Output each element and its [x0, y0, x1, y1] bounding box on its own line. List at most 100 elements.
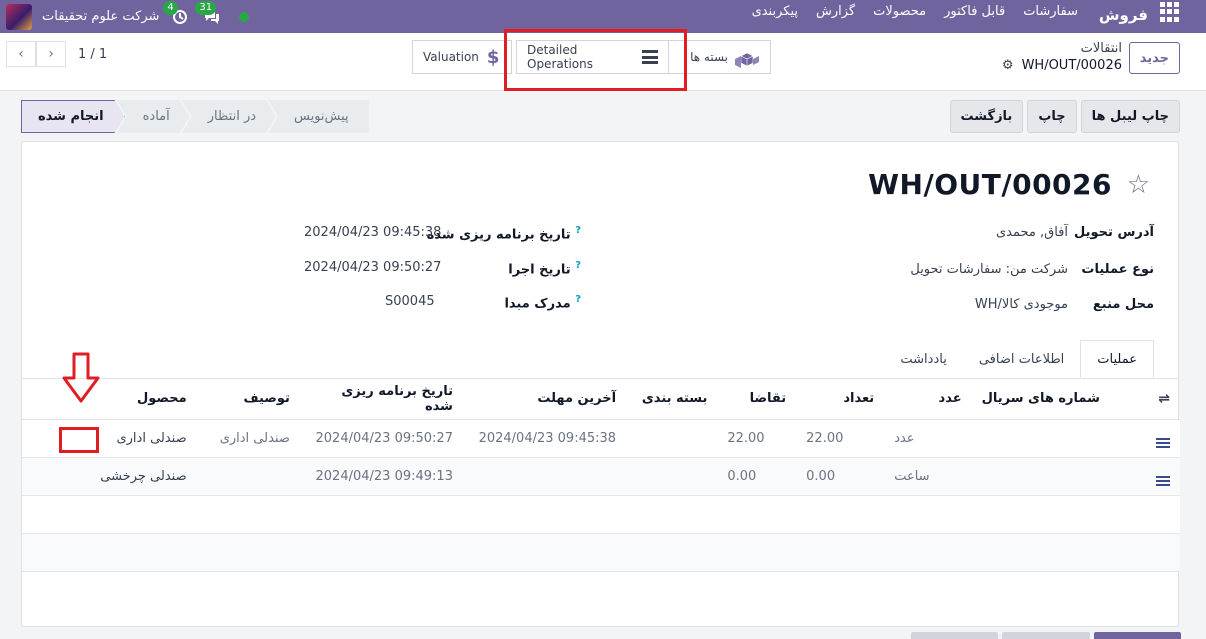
- gear-icon[interactable]: ⚙: [1002, 58, 1014, 73]
- empty-row: [22, 533, 1180, 572]
- effective-date-label: تاریخ اجرا ?: [508, 260, 581, 278]
- messages-count-badge: 31: [195, 0, 217, 15]
- activity-clock-icon[interactable]: 4: [163, 0, 191, 28]
- messages-icon[interactable]: 31: [195, 0, 223, 28]
- presence-status-icon: [239, 11, 250, 22]
- empty-row: [22, 495, 1180, 534]
- scheduled-date-label: تاریخ برنامه ریزی شده ?: [426, 225, 581, 243]
- cell-deadline[interactable]: 2024/04/23 09:45:38: [462, 419, 627, 458]
- company-name[interactable]: شرکت علوم تحقیقات: [42, 9, 159, 24]
- pager-previous-button[interactable]: ‹: [6, 41, 36, 67]
- cell-demand[interactable]: 0.00: [717, 457, 797, 496]
- operations-table: محصول توصیف تاریخ برنامه ریزی شده آخرین …: [22, 379, 1180, 572]
- col-uom[interactable]: عدد: [884, 379, 972, 420]
- scrollbar[interactable]: [1194, 92, 1206, 639]
- menu-reporting[interactable]: گزارش: [816, 4, 855, 19]
- col-quantity[interactable]: تعداد: [796, 379, 885, 420]
- detailed-operations-highlight: [504, 29, 687, 91]
- navbar-systray: شرکت علوم تحقیقات 4 31: [6, 0, 250, 33]
- help-icon[interactable]: ?: [575, 225, 581, 236]
- valuation-button[interactable]: Valuation $: [412, 40, 512, 74]
- dollar-icon: $: [486, 46, 500, 68]
- delivery-address-label: آدرس تحویل: [1074, 225, 1154, 240]
- down-arrow-annotation: [61, 352, 101, 404]
- source-location-value[interactable]: WH/موجودی کالا: [975, 297, 1068, 312]
- cubes-icon: [734, 46, 760, 68]
- apps-menu-icon[interactable]: [1160, 2, 1180, 22]
- table-row[interactable]: صندلی چرخشی 2024/04/23 09:49:13 0.00 0.0…: [22, 457, 1180, 496]
- operation-type-label: نوع عملیات: [1081, 262, 1154, 277]
- star-icon[interactable]: ☆: [1127, 170, 1150, 200]
- new-button[interactable]: جدید: [1128, 42, 1180, 74]
- cell-product[interactable]: صندلی اداری: [22, 419, 197, 458]
- cell-serial[interactable]: [971, 419, 1110, 458]
- help-icon[interactable]: ?: [575, 260, 581, 271]
- breadcrumb: WH/OUT/00026 ⚙: [1002, 58, 1122, 73]
- action-buttons: چاپ لیبل ها چاپ بازگشت: [949, 100, 1180, 133]
- cell-scheduled[interactable]: 2024/04/23 09:49:13: [299, 457, 463, 496]
- tab-operations[interactable]: عملیات: [1080, 340, 1154, 378]
- col-options[interactable]: ⇌: [1109, 379, 1180, 420]
- col-demand[interactable]: تقاضا: [717, 379, 797, 420]
- app-name[interactable]: فروش: [1099, 6, 1148, 24]
- menu-to-invoice[interactable]: قابل فاکتور: [944, 4, 1005, 19]
- cell-detail: [1109, 419, 1180, 458]
- print-labels-button[interactable]: چاپ لیبل ها: [1080, 100, 1180, 133]
- cell-deadline[interactable]: [462, 457, 627, 496]
- help-icon[interactable]: ?: [575, 294, 581, 305]
- cell-description[interactable]: صندلی اداری: [196, 419, 300, 458]
- breadcrumb-root[interactable]: انتقالات: [1081, 41, 1122, 56]
- avatar[interactable]: [6, 3, 32, 30]
- stage-waiting[interactable]: در انتظار: [182, 100, 276, 133]
- menu-orders[interactable]: سفارشات: [1023, 4, 1078, 19]
- main-menu: سفارشات قابل فاکتور محصولات گزارش پیکربن…: [752, 4, 1078, 19]
- cell-serial[interactable]: [971, 457, 1110, 496]
- list-icon[interactable]: [1155, 475, 1170, 486]
- valuation-label: Valuation: [423, 50, 479, 64]
- scheduled-date-value[interactable]: 2024/04/23 09:45:38: [304, 225, 441, 240]
- col-serial-numbers[interactable]: شماره های سریال: [971, 379, 1110, 420]
- form-sheet: ☆ WH/OUT/00026 آدرس تحویل آفاق, محمدی نو…: [21, 141, 1180, 627]
- pager-next-button[interactable]: ›: [36, 41, 66, 67]
- tab-note[interactable]: یادداشت: [884, 340, 962, 378]
- menu-products[interactable]: محصولات: [873, 4, 926, 19]
- cell-scheduled[interactable]: 2024/04/23 09:50:27: [299, 419, 463, 458]
- table-header-row: محصول توصیف تاریخ برنامه ریزی شده آخرین …: [22, 379, 1180, 420]
- cell-packaging[interactable]: [626, 419, 718, 458]
- cell-quantity[interactable]: 0.00: [796, 457, 885, 496]
- col-scheduled-date[interactable]: تاریخ برنامه ریزی شده: [299, 379, 463, 420]
- breadcrumb-current: WH/OUT/00026: [1021, 58, 1122, 73]
- effective-date-value[interactable]: 2024/04/23 09:50:27: [304, 260, 441, 275]
- cell-description[interactable]: [196, 457, 300, 496]
- stage-draft[interactable]: پیش‌نویس: [268, 100, 369, 133]
- page-title: WH/OUT/00026: [868, 168, 1112, 201]
- cell-product[interactable]: صندلی چرخشی: [22, 457, 197, 496]
- menu-configuration[interactable]: پیکربندی: [752, 4, 798, 19]
- stage-ready[interactable]: آماده: [117, 100, 190, 133]
- cell-quantity[interactable]: 22.00: [796, 419, 885, 458]
- sliders-icon[interactable]: ⇌: [1158, 391, 1170, 407]
- tab-additional-info[interactable]: اطلاعات اضافی: [963, 340, 1080, 378]
- pager-value[interactable]: 1 / 1: [78, 47, 107, 62]
- col-deadline[interactable]: آخرین مهلت: [462, 379, 627, 420]
- list-icon[interactable]: [1155, 437, 1170, 448]
- table-row[interactable]: صندلی اداری صندلی اداری 2024/04/23 09:50…: [22, 419, 1180, 458]
- cell-uom[interactable]: ساعت: [884, 457, 972, 496]
- return-button[interactable]: بازگشت: [949, 100, 1024, 133]
- bottom-buttons-strip: [911, 632, 1181, 639]
- delivery-address-value[interactable]: آفاق, محمدی: [996, 225, 1068, 240]
- stage-done[interactable]: انجام شده: [21, 100, 125, 133]
- cell-packaging[interactable]: [626, 457, 718, 496]
- operation-type-value[interactable]: شرکت من: سفارشات تحویل: [910, 262, 1068, 277]
- cell-demand[interactable]: 22.00: [717, 419, 797, 458]
- source-location-label: محل منبع: [1092, 297, 1154, 312]
- packages-label: بسته ها: [690, 50, 728, 64]
- print-button[interactable]: چاپ: [1027, 100, 1077, 133]
- col-product[interactable]: محصول: [22, 379, 197, 420]
- source-document-value[interactable]: S00045: [385, 294, 435, 309]
- activity-count-badge: 4: [163, 0, 178, 15]
- cell-uom[interactable]: عدد: [884, 419, 972, 458]
- col-description[interactable]: توصیف: [196, 379, 300, 420]
- source-document-label: مدرک مبدا ?: [504, 294, 581, 312]
- col-packaging[interactable]: بسته بندی: [626, 379, 718, 420]
